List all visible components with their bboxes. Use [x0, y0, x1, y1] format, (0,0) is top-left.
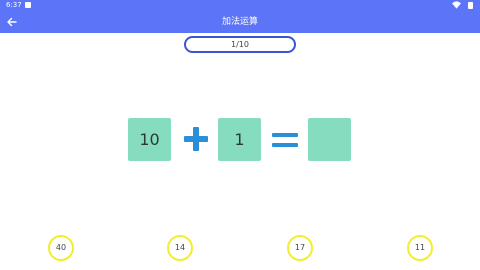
answer-option-4[interactable]: 11: [407, 235, 433, 261]
wifi-icon: [452, 1, 461, 9]
plus-icon: [184, 127, 208, 151]
status-time: 6:37: [6, 1, 22, 9]
result-tile: [308, 118, 351, 161]
status-bar: 6:37: [0, 0, 480, 11]
operand-b-tile: 1: [218, 118, 261, 161]
app-bar: 加法运算: [0, 11, 480, 33]
question-progress: 1/10: [184, 36, 296, 53]
page-title: 加法运算: [221, 17, 258, 27]
answer-option-3[interactable]: 17: [287, 235, 313, 261]
answer-option-1[interactable]: 40: [48, 235, 74, 261]
equals-icon: [272, 133, 298, 147]
battery-icon: [468, 2, 473, 9]
notification-icon: [25, 2, 31, 8]
answer-option-2[interactable]: 14: [167, 235, 193, 261]
operand-a-tile: 10: [128, 118, 171, 161]
